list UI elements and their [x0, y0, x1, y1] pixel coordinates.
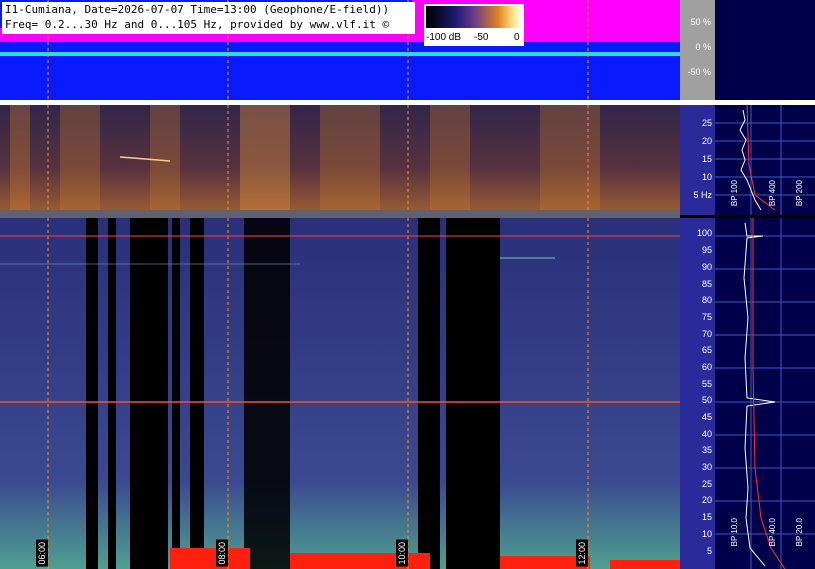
- colorbar-min-label: -100 dB: [426, 32, 462, 43]
- frequency-axis-low: 25 20 15 10 5 Hz: [680, 105, 715, 215]
- side-label: BP 10.0: [730, 518, 739, 547]
- colorbar-mid-label: -50: [474, 32, 489, 43]
- axis-tick: 75: [701, 312, 712, 322]
- header-line1: I1-Cumiana, Date=2026-07-07 Time=13:00 (…: [5, 3, 390, 16]
- axis-tick: 85: [701, 279, 712, 289]
- axis-tick: 35: [701, 445, 712, 455]
- side-label: BP 20.0: [795, 518, 804, 547]
- axis-tick: 15: [701, 154, 712, 164]
- axis-tick: 90: [701, 262, 712, 272]
- time-label: 10:00: [396, 540, 408, 567]
- side-label: BP 40.0: [768, 518, 777, 547]
- axis-tick: 15: [701, 512, 712, 522]
- colorbar-max-label: 0: [514, 32, 520, 43]
- spectrogram-high-svg: [0, 218, 680, 569]
- header-line2: Freq= 0.2...30 Hz and 0...105 Hz, provid…: [5, 18, 390, 31]
- header-info: I1-Cumiana, Date=2026-07-07 Time=13:00 (…: [2, 2, 415, 34]
- spectrogram-low-svg: [0, 105, 680, 210]
- axis-tick: 10: [701, 172, 712, 182]
- percent-label: 0 %: [695, 42, 711, 52]
- side-spectrum-low: BP 100 BP 400 BP 200: [715, 105, 815, 215]
- axis-tick: 55: [701, 379, 712, 389]
- axis-tick: 5: [706, 546, 712, 556]
- axis-tick: 5 Hz: [693, 190, 712, 200]
- percent-label: 50 %: [690, 17, 711, 27]
- side-label: BP 200: [795, 180, 804, 207]
- axis-tick: 100: [696, 228, 712, 238]
- side-panel-top: [715, 0, 815, 100]
- spectrogram-high: 06:00 08:00 10:00 12:00: [0, 218, 680, 569]
- axis-tick: 95: [701, 245, 712, 255]
- separator: [0, 210, 680, 218]
- time-label: 06:00: [36, 540, 48, 567]
- axis-tick: 45: [701, 412, 712, 422]
- axis-tick: 70: [701, 329, 712, 339]
- axis-tick: 25: [701, 479, 712, 489]
- time-label: 08:00: [216, 540, 228, 567]
- axis-tick: 40: [701, 429, 712, 439]
- percent-label: -50 %: [687, 67, 711, 77]
- axis-tick: 20: [701, 495, 712, 505]
- axis-tick: 20: [701, 136, 712, 146]
- colorbar-gradient: [426, 6, 522, 28]
- axis-tick: 65: [701, 345, 712, 355]
- axis-tick: 10: [701, 529, 712, 539]
- axis-tick: 25: [701, 118, 712, 128]
- axis-tick: 50: [701, 395, 712, 405]
- side-label: BP 100: [730, 180, 739, 207]
- time-label: 12:00: [576, 540, 588, 567]
- side-spectrum-high-svg: [715, 218, 815, 569]
- spectrogram-low: [0, 105, 680, 210]
- side-label: BP 400: [768, 180, 777, 207]
- side-spectrum-high: BP 10.0 BP 40.0 BP 20.0: [715, 218, 815, 569]
- frequency-axis-high: 100 95 90 85 80 75 70 65 60 55 50 45 40 …: [680, 218, 715, 569]
- colorbar-legend: -100 dB -50 0: [424, 4, 524, 46]
- axis-tick: 80: [701, 295, 712, 305]
- percent-scale: 50 % 0 % -50 %: [680, 0, 715, 100]
- axis-tick: 30: [701, 462, 712, 472]
- axis-tick: 60: [701, 362, 712, 372]
